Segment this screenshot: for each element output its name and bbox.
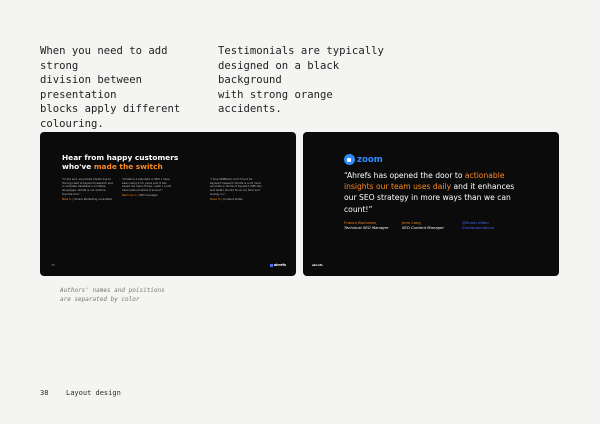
quote-author: Franco Buchman, Technical SEO Manager [344,220,389,230]
footer-section-title: Layout design [66,389,121,397]
testimonial-column: "I love SEMRush, but I found for keyword… [210,177,262,202]
ahrefs-logo: ahrefs [312,263,323,267]
zoom-logo: zoom [344,154,383,165]
intro-paragraph-left: When you need to add strong division bet… [40,45,181,130]
single-testimonial-slide-thumbnail[interactable]: zoom “Ahrefs has opened the door to acti… [303,132,559,276]
testimonial-column: "In the end, we picked Ahrefs due to the… [62,177,113,202]
footer-page-number: 38 [40,389,49,397]
caption: Authors' names and poisitions are separa… [60,287,165,303]
testimonial-column: "Ahrefs is a standard in SEO. I have bee… [122,177,172,198]
quote-author: Jenn Lang, SEO Content Manager [402,220,444,230]
slide-page-number: 38 [51,263,55,267]
zoom-camera-icon [344,154,355,165]
slide-title: Hear from happy customers who've made th… [62,153,179,171]
intro-paragraph-right: Testimonials are typically designed on a… [218,45,384,115]
testimonials-slide-thumbnail[interactable]: Hear from happy customers who've made th… [40,132,296,276]
quote-author-company: @Zoom Video Communications [462,220,494,230]
ahrefs-logo: ahrefs [269,263,286,267]
testimonial-quote: “Ahrefs has opened the door to actionabl… [344,171,515,214]
logo-mark-icon [269,263,273,267]
